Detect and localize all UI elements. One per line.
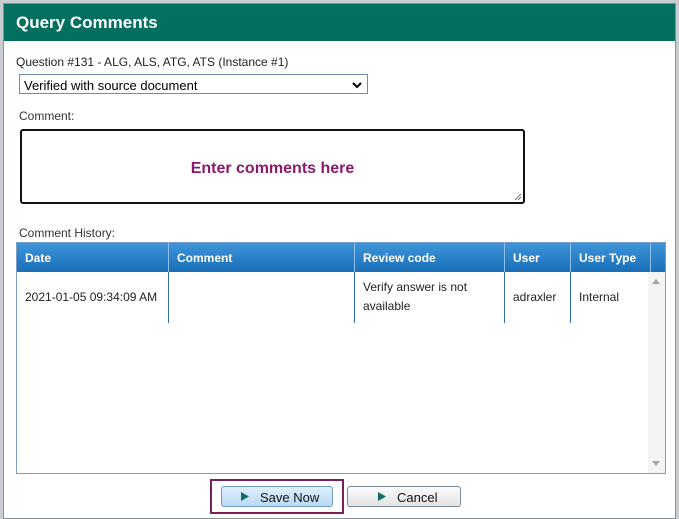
review-code-select-value: Verified with source document [24,78,198,93]
scroll-down-icon[interactable] [652,461,660,467]
cancel-label: Cancel [397,490,438,505]
cancel-button[interactable]: Cancel [347,486,461,507]
column-header-date[interactable]: Date [17,243,169,272]
resize-grip-icon[interactable] [513,192,522,201]
comment-placeholder: Enter comments here [190,160,355,177]
query-comments-dialog: Query Comments Question #131 - ALG, ALS,… [3,3,676,519]
table-header: Date Comment Review code User User Type [17,243,665,272]
cell-date: 2021-01-05 09:34:09 AM [17,272,169,323]
comment-textarea[interactable]: Enter comments here [20,129,525,204]
dialog-title-bar: Query Comments [4,4,675,41]
save-now-button[interactable]: Save Now [221,486,333,507]
cell-user: adraxler [505,272,571,323]
comment-history-table: Date Comment Review code User User Type … [16,242,666,474]
question-label: Question #131 - ALG, ALS, ATG, ATS (Inst… [16,55,289,69]
comment-history-label: Comment History: [19,226,116,240]
play-arrow-icon [378,492,386,501]
scroll-up-icon[interactable] [652,278,660,284]
column-header-user-type[interactable]: User Type [571,243,651,272]
column-header-review-code[interactable]: Review code [355,243,505,272]
dialog-title: Query Comments [16,13,158,32]
save-now-label: Save Now [260,490,320,505]
column-header-comment[interactable]: Comment [169,243,355,272]
comment-label: Comment: [19,109,75,123]
chevron-down-icon [352,82,362,89]
table-scrollbar[interactable] [648,272,665,473]
review-code-select[interactable]: Verified with source document [19,74,368,94]
table-row[interactable]: 2021-01-05 09:34:09 AM Verify answer is … [17,272,649,323]
cell-review-code: Verify answer is not available [355,272,505,323]
play-arrow-icon [241,492,249,501]
cell-comment [169,272,355,323]
column-header-user[interactable]: User [505,243,571,272]
cell-user-type: Internal [579,290,620,304]
